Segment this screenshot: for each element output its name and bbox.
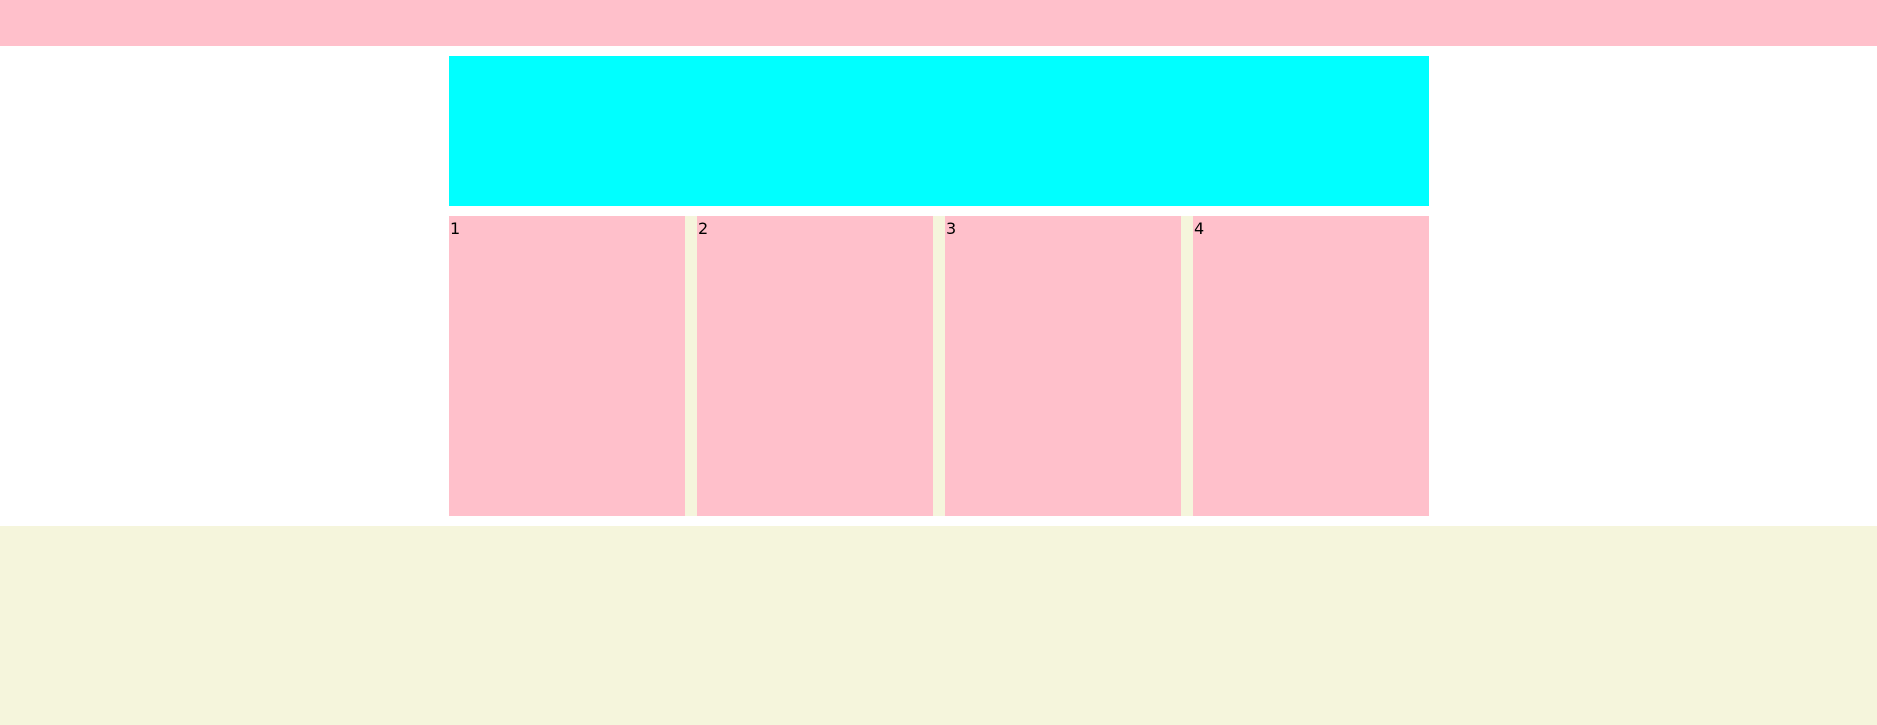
card-2-label: 2 (698, 219, 709, 238)
card-3-label: 3 (946, 219, 957, 238)
card-4: 4 (1193, 216, 1429, 516)
card-2: 2 (697, 216, 933, 516)
card-1-label: 1 (450, 219, 461, 238)
top-bar (0, 0, 1877, 46)
cards-row: 1 2 3 4 (449, 216, 1429, 516)
footer (0, 526, 1877, 725)
banner (449, 56, 1429, 206)
card-3: 3 (945, 216, 1181, 516)
card-1: 1 (449, 216, 685, 516)
card-4-label: 4 (1194, 219, 1205, 238)
